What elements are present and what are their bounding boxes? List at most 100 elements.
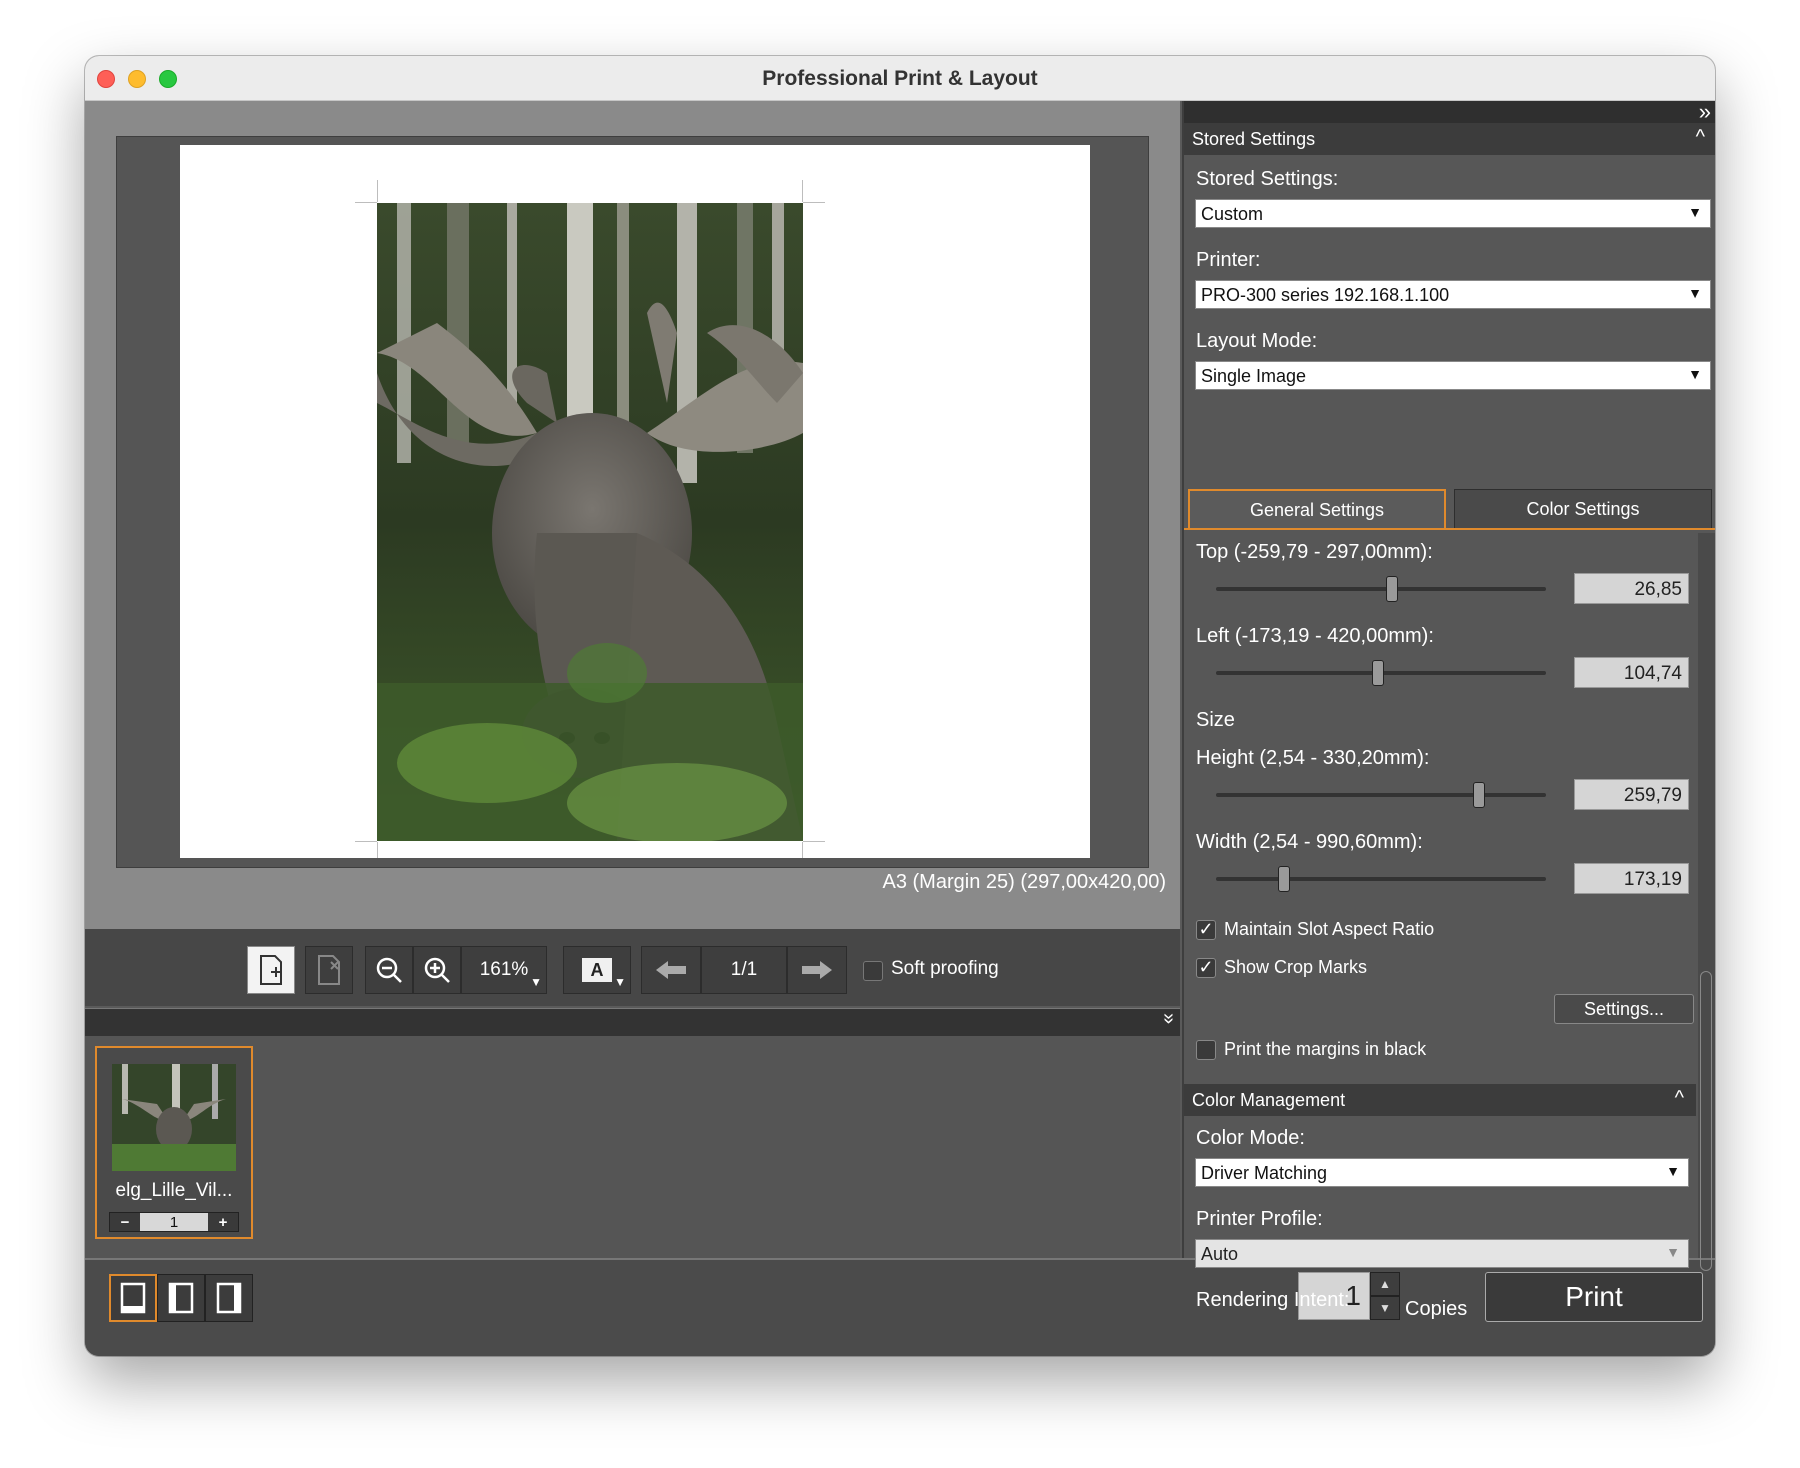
zoom-in-icon (424, 957, 450, 983)
top-slider-handle[interactable] (1386, 576, 1398, 602)
color-management-section-header[interactable]: Color Management ^ (1184, 1084, 1696, 1116)
width-label: Width (2,54 - 990,60mm): (1196, 831, 1423, 853)
printer-profile-value: Auto (1201, 1244, 1239, 1264)
crop-mark (355, 841, 377, 842)
printer-dropdown[interactable]: PRO-300 series 192.168.1.100 ▼ (1195, 280, 1711, 309)
collapse-panel-icon[interactable]: » (1699, 99, 1711, 125)
layout-mode-dropdown[interactable]: Single Image ▼ (1195, 361, 1711, 390)
layout-right-panel-button[interactable] (205, 1274, 253, 1322)
text-annotation-button[interactable]: A ▼ (563, 946, 631, 994)
collapse-down-icon[interactable]: » (1157, 1013, 1180, 1024)
soft-proofing-checkbox[interactable] (863, 961, 883, 981)
chevron-down-icon: ▼ (1666, 1163, 1680, 1179)
copies-down-icon[interactable]: ▼ (1370, 1296, 1400, 1320)
copies-spinner[interactable]: ▲ ▼ (1370, 1272, 1400, 1320)
width-slider-handle[interactable] (1278, 866, 1290, 892)
arrow-right-icon (802, 961, 832, 979)
top-slider-track[interactable] (1216, 587, 1546, 591)
preview-area: A3 (Margin 25) (297,00x420,00) (85, 101, 1180, 929)
preview-toolbar: 161% ▼ A ▼ 1/1 Soft proofing (85, 929, 1180, 1006)
left-slider-handle[interactable] (1372, 660, 1384, 686)
left-value-input[interactable]: 104,74 (1574, 657, 1689, 688)
printer-value: PRO-300 series 192.168.1.100 (1201, 285, 1450, 305)
height-slider-track[interactable] (1216, 793, 1546, 797)
layout-mode-value: Single Image (1201, 366, 1307, 386)
crop-mark (355, 202, 377, 203)
layout-mode-label: Layout Mode: (1196, 330, 1318, 352)
moose-photo[interactable] (377, 203, 803, 841)
soft-proofing-label: Soft proofing (891, 958, 999, 979)
stored-settings-dropdown[interactable]: Custom ▼ (1195, 199, 1711, 228)
thumbnail-copies-value[interactable]: 1 (140, 1213, 208, 1231)
crop-mark (802, 180, 803, 202)
top-value-input[interactable]: 26,85 (1574, 573, 1689, 604)
increment-button[interactable]: + (208, 1213, 238, 1231)
thumbnail-copies-stepper: − 1 + (109, 1212, 239, 1232)
color-mode-dropdown[interactable]: Driver Matching ▼ (1195, 1158, 1689, 1187)
width-value-input[interactable]: 173,19 (1574, 863, 1689, 894)
height-value-input[interactable]: 259,79 (1574, 779, 1689, 810)
zoom-in-button[interactable] (413, 946, 461, 994)
show-crop-marks-checkbox[interactable]: ✓ (1196, 958, 1216, 978)
paper-frame (116, 136, 1149, 868)
window-title: Professional Print & Layout (762, 67, 1038, 90)
zoom-out-icon (376, 957, 402, 983)
tab-color-settings[interactable]: Color Settings (1454, 489, 1712, 529)
size-heading: Size (1196, 709, 1235, 731)
layout-single-button[interactable] (109, 1274, 157, 1322)
bottom-bar: 1 ▲ ▼ Copies Print (85, 1258, 1715, 1356)
next-page-button[interactable] (787, 946, 847, 994)
thumbnail-item[interactable]: elg_Lille_Vil... − 1 + (95, 1046, 253, 1239)
paper-sheet (180, 145, 1090, 858)
top-position-label: Top (-259,79 - 297,00mm): (1196, 541, 1433, 563)
color-mode-label: Color Mode: (1196, 1127, 1305, 1149)
zoom-level-dropdown[interactable]: 161% ▼ (461, 946, 547, 994)
print-margins-black-checkbox[interactable] (1196, 1040, 1216, 1060)
crop-mark (802, 842, 803, 858)
tab-general-settings[interactable]: General Settings (1188, 489, 1446, 529)
rendering-intent-label: Rendering Intent: (1196, 1289, 1350, 1311)
delete-page-icon (318, 955, 340, 985)
previous-page-button[interactable] (641, 946, 701, 994)
printer-profile-dropdown[interactable]: Auto ▼ (1195, 1239, 1689, 1268)
chevron-down-icon: ▼ (1688, 204, 1702, 220)
copies-label: Copies (1405, 1298, 1468, 1320)
chevron-up-icon: ^ (1695, 126, 1705, 148)
chevron-down-icon: ▼ (1688, 366, 1702, 382)
left-panel-icon (168, 1282, 194, 1314)
crop-mark (377, 842, 378, 858)
decrement-button[interactable]: − (110, 1213, 140, 1231)
delete-page-button[interactable] (305, 946, 353, 994)
chevron-down-icon: ▼ (1688, 285, 1702, 301)
single-panel-icon (120, 1282, 146, 1314)
maintain-aspect-checkbox[interactable]: ✓ (1196, 920, 1216, 940)
width-slider-track[interactable] (1216, 877, 1546, 881)
printer-label: Printer: (1196, 249, 1261, 271)
title-bar: Professional Print & Layout (85, 56, 1715, 101)
show-crop-marks-label: Show Crop Marks (1224, 957, 1368, 977)
chevron-down-icon: ▼ (1666, 1244, 1680, 1260)
chevron-up-icon: ^ (1674, 1087, 1684, 1109)
copies-up-icon[interactable]: ▲ (1370, 1272, 1400, 1296)
arrow-left-icon (656, 961, 686, 979)
color-mode-value: Driver Matching (1201, 1163, 1328, 1183)
add-page-icon (260, 955, 282, 985)
app-window: Professional Print & Layout A3 (Margin 2… (85, 56, 1715, 1356)
add-page-button[interactable] (247, 946, 295, 994)
crop-mark (803, 202, 825, 203)
thumbnail-image (112, 1064, 236, 1171)
thumbnail-area: elg_Lille_Vil... − 1 + (85, 1036, 1180, 1258)
stored-settings-label: Stored Settings: (1196, 168, 1339, 190)
panel-scrollbar-thumb[interactable] (1700, 971, 1712, 1271)
crop-marks-settings-button[interactable]: Settings... (1554, 994, 1694, 1024)
thumbnail-filename: elg_Lille_Vil... (115, 1180, 233, 1201)
zoom-out-button[interactable] (365, 946, 413, 994)
page-counter-text: 1/1 (730, 959, 758, 980)
stored-settings-section-header[interactable]: Stored Settings ^ (1184, 123, 1715, 155)
height-slider-handle[interactable] (1473, 782, 1485, 808)
height-label: Height (2,54 - 330,20mm): (1196, 747, 1430, 769)
print-button[interactable]: Print (1485, 1272, 1703, 1322)
layout-left-panel-button[interactable] (157, 1274, 205, 1322)
crop-mark (803, 841, 825, 842)
text-box-icon: A (582, 958, 612, 982)
